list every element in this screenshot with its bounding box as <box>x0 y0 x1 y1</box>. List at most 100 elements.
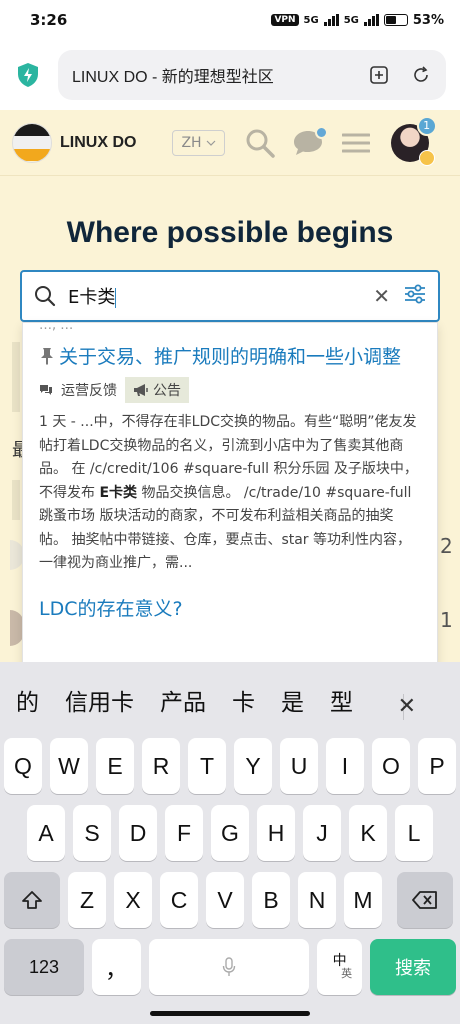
status-time: 3:26 <box>30 11 68 29</box>
background-topic-band <box>12 342 20 412</box>
site-name[interactable]: LINUX DO <box>60 134 136 152</box>
category-label[interactable]: 运营反馈 <box>61 380 117 400</box>
clear-search-icon[interactable]: ✕ <box>373 284 390 308</box>
search-submit-key[interactable]: 搜索 <box>370 939 457 995</box>
search-icon[interactable] <box>243 126 277 160</box>
search-result-meta: 运营反馈 公告 <box>23 371 437 403</box>
backspace-key[interactable] <box>397 872 453 928</box>
network-type-1: 5G <box>303 14 319 26</box>
browser-toolbar: LINUX DO - 新的理想型社区 <box>0 40 460 110</box>
key-z[interactable]: Z <box>68 872 106 928</box>
shield-icon[interactable] <box>14 61 42 89</box>
key-h[interactable]: H <box>257 805 295 861</box>
status-icons: VPN 5G 5G 53% <box>271 13 444 28</box>
background-topic-band <box>12 480 20 520</box>
key-q[interactable]: Q <box>4 738 42 794</box>
close-candidates-icon[interactable]: ✕ <box>398 694 416 719</box>
candidate-word[interactable]: 型 <box>330 683 353 717</box>
key-c[interactable]: C <box>160 872 198 928</box>
shift-key[interactable] <box>4 872 60 928</box>
search-query-text: E卡类 <box>68 287 116 308</box>
numbers-key[interactable]: 123 <box>4 939 85 995</box>
key-b[interactable]: B <box>252 872 290 928</box>
previous-result-fragment: …, … <box>39 323 74 333</box>
key-m[interactable]: M <box>344 872 382 928</box>
key-j[interactable]: J <box>303 805 341 861</box>
megaphone-icon <box>134 384 148 396</box>
key-n[interactable]: N <box>298 872 336 928</box>
category-icon <box>40 385 52 395</box>
key-x[interactable]: X <box>114 872 152 928</box>
user-avatar[interactable]: 1 <box>390 115 437 166</box>
search-result-title[interactable]: LDC的存在意义? <box>23 576 437 621</box>
search-result-excerpt: 1 天 - ...中，不得存在非LDC交换的物品。有些“聪明”佬友发帖打着LDC… <box>23 403 437 576</box>
site-logo[interactable] <box>12 122 52 163</box>
chat-icon[interactable] <box>291 125 328 160</box>
key-t[interactable]: T <box>188 738 226 794</box>
key-p[interactable]: P <box>418 738 456 794</box>
hero-title: Where possible begins <box>66 216 394 249</box>
add-bookmark-icon[interactable] <box>368 64 390 86</box>
language-label: ZH <box>181 134 202 151</box>
microphone-icon <box>222 957 236 976</box>
language-switch-bottom: 英 <box>341 968 353 980</box>
page-title: LINUX DO - 新的理想型社区 <box>72 69 274 86</box>
excerpt-highlight: E卡类 <box>99 484 138 501</box>
text-cursor <box>115 288 117 308</box>
status-bar: 3:26 VPN 5G 5G 53% <box>0 0 460 40</box>
signal-icon <box>363 14 379 26</box>
key-row-3: Z X C V B N M <box>0 872 460 928</box>
key-v[interactable]: V <box>206 872 244 928</box>
comma-key[interactable]: ， <box>92 939 141 995</box>
candidate-word[interactable]: 产品 <box>160 683 206 717</box>
key-y[interactable]: Y <box>234 738 272 794</box>
language-switch-key[interactable]: 中 英 <box>317 939 363 995</box>
candidate-word[interactable]: 的 <box>16 683 39 717</box>
key-r[interactable]: R <box>142 738 180 794</box>
pin-icon <box>41 348 53 365</box>
key-l[interactable]: L <box>395 805 433 861</box>
reload-icon[interactable] <box>410 64 432 86</box>
site-viewport: LINUX DO ZH 1 Where possible begins 最 2 … <box>0 110 460 662</box>
tag-label: 公告 <box>153 383 181 399</box>
search-filter-icon[interactable] <box>404 284 426 308</box>
search-results-dropdown: …, … 关于交易、推广规则的明确和一些小调整 运营反馈 公告 1 天 - ..… <box>22 322 438 662</box>
space-key[interactable] <box>148 939 310 995</box>
key-k[interactable]: K <box>349 805 387 861</box>
key-o[interactable]: O <box>372 738 410 794</box>
language-switch-top: 中 <box>332 952 347 968</box>
search-input[interactable]: E卡类 ✕ <box>20 270 440 322</box>
network-type-2: 5G <box>343 14 359 26</box>
key-i[interactable]: I <box>326 738 364 794</box>
address-bar[interactable]: LINUX DO - 新的理想型社区 <box>58 50 446 100</box>
language-selector[interactable]: ZH <box>172 129 225 156</box>
key-f[interactable]: F <box>165 805 203 861</box>
search-result-title-text: 关于交易、推广规则的明确和一些小调整 <box>59 346 402 368</box>
key-a[interactable]: A <box>27 805 65 861</box>
candidate-word[interactable]: 信用卡 <box>65 683 134 717</box>
key-w[interactable]: W <box>50 738 88 794</box>
search-icon <box>35 286 56 307</box>
chevron-down-icon <box>206 140 216 146</box>
key-row-2: A S D F G H J K L <box>0 805 460 861</box>
search-result-title[interactable]: 关于交易、推广规则的明确和一些小调整 <box>23 337 437 371</box>
candidate-word[interactable]: 是 <box>281 683 304 717</box>
notification-count-badge: 1 <box>416 115 437 136</box>
ime-keyboard: 的 信用卡 产品 卡 是 型 ✕ Q W E R T Y U I O P A S… <box>0 662 460 1024</box>
status-emoji-icon <box>418 149 435 166</box>
tag-announcement[interactable]: 公告 <box>125 377 189 403</box>
candidate-bar: 的 信用卡 产品 卡 是 型 ✕ <box>0 662 460 738</box>
key-u[interactable]: U <box>280 738 318 794</box>
key-g[interactable]: G <box>211 805 249 861</box>
vpn-badge: VPN <box>271 14 299 26</box>
backspace-icon <box>412 891 437 909</box>
key-s[interactable]: S <box>73 805 111 861</box>
home-indicator <box>150 1011 310 1016</box>
background-count-fragment: 2 <box>440 534 453 558</box>
key-e[interactable]: E <box>96 738 134 794</box>
candidate-word[interactable]: 卡 <box>232 683 255 717</box>
key-d[interactable]: D <box>119 805 157 861</box>
chat-unread-dot <box>314 125 328 139</box>
battery-icon <box>383 14 408 26</box>
hamburger-menu-icon[interactable] <box>339 126 373 160</box>
